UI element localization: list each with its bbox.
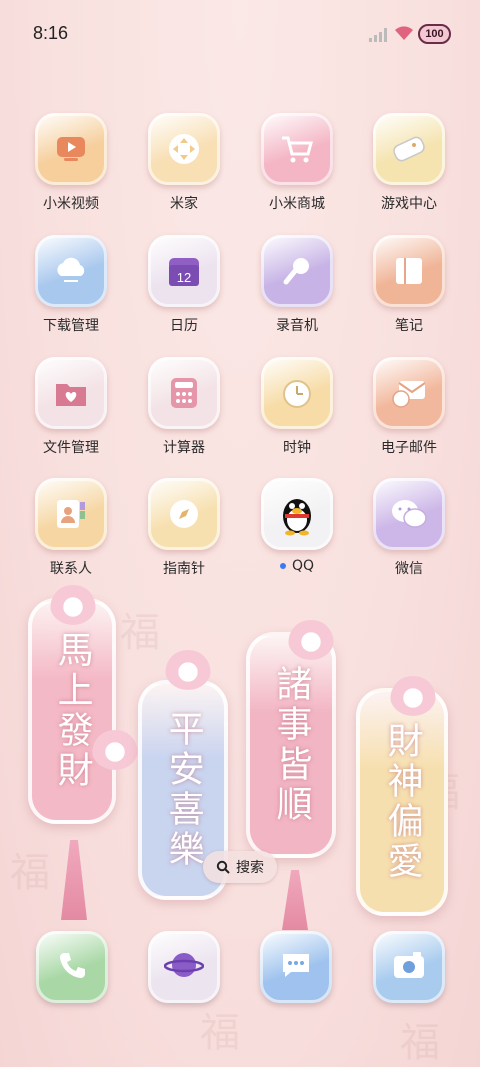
cart-icon	[261, 113, 333, 185]
app-label-text: 联系人	[50, 561, 92, 577]
app-clock[interactable]: 时钟	[242, 357, 352, 457]
lantern-text: 平安喜樂	[162, 710, 204, 870]
app-mijia[interactable]: 米家	[129, 113, 239, 213]
app-wechat[interactable]: 微信	[354, 478, 464, 578]
app-label: 微信	[354, 558, 464, 578]
microphone-icon	[261, 235, 333, 307]
app-folder[interactable]: 文件管理	[16, 357, 126, 457]
app-label: QQ	[242, 558, 352, 574]
app-mail[interactable]: 电子邮件	[354, 357, 464, 457]
app-label-text: 小米商城	[269, 196, 325, 212]
app-label-text: 录音机	[276, 318, 318, 334]
search-button[interactable]: 搜索	[203, 851, 277, 883]
mail-icon	[373, 357, 445, 429]
app-label-text: 日历	[170, 318, 198, 334]
folder-icon	[35, 357, 107, 429]
app-label-text: 指南针	[163, 561, 205, 577]
app-calendar[interactable]: 12 日历	[129, 235, 239, 335]
lantern-text: 財神偏愛	[381, 722, 423, 882]
qq-penguin-icon	[261, 478, 333, 550]
app-label-text: 时钟	[283, 440, 311, 456]
app-label: 米家	[129, 193, 239, 213]
app-label-text: 电子邮件	[381, 440, 437, 456]
app-label: 笔记	[354, 315, 464, 335]
app-gamepad[interactable]: 游戏中心	[354, 113, 464, 213]
mijia-icon	[148, 113, 220, 185]
app-label: 小米商城	[242, 193, 352, 213]
lantern-text: 諸事皆順	[270, 665, 312, 825]
notes-icon	[373, 235, 445, 307]
app-qq-penguin[interactable]: QQ	[242, 478, 352, 574]
app-label-text: 小米视频	[43, 196, 99, 212]
video-icon	[35, 113, 107, 185]
contacts-icon	[35, 478, 107, 550]
cloud-download-icon	[35, 235, 107, 307]
app-video[interactable]: 小米视频	[16, 113, 126, 213]
dock-messages[interactable]	[260, 931, 332, 1003]
dock-camera[interactable]	[373, 931, 445, 1003]
app-label: 文件管理	[16, 437, 126, 457]
app-microphone[interactable]: 录音机	[242, 235, 352, 335]
compass-icon	[148, 478, 220, 550]
dock-phone[interactable]	[36, 931, 108, 1003]
status-bar: 8:16 100	[0, 0, 480, 68]
phone-icon	[56, 949, 88, 985]
app-notes[interactable]: 笔记	[354, 235, 464, 335]
signal-icon	[369, 28, 387, 42]
notification-dot	[279, 563, 286, 569]
lantern-widget[interactable]: 財神偏愛	[356, 688, 448, 916]
gamepad-icon	[373, 113, 445, 185]
app-label: 日历	[129, 315, 239, 335]
calculator-icon	[148, 357, 220, 429]
battery-level: 100	[425, 28, 444, 40]
app-calculator[interactable]: 计算器	[129, 357, 239, 457]
app-label: 游戏中心	[354, 193, 464, 213]
status-time: 8:16	[33, 23, 69, 43]
search-label: 搜索	[236, 860, 264, 876]
app-cloud-download[interactable]: 下载管理	[16, 235, 126, 335]
app-label-text: 微信	[395, 561, 423, 577]
battery-indicator: 100	[418, 24, 451, 44]
app-label: 小米视频	[16, 193, 126, 213]
app-label: 联系人	[16, 558, 126, 578]
app-contacts[interactable]: 联系人	[16, 478, 126, 578]
camera-icon	[391, 950, 427, 984]
lantern-widget[interactable]: 馬上發財	[28, 598, 116, 824]
calendar-icon: 12	[148, 235, 220, 307]
app-label-text: 计算器	[163, 440, 205, 456]
search-icon	[216, 860, 230, 874]
flower-decoration	[92, 730, 138, 770]
flower-decoration	[165, 650, 211, 690]
app-label: 时钟	[242, 437, 352, 457]
wechat-icon	[373, 478, 445, 550]
wallpaper-fu-character: 福	[200, 1010, 240, 1056]
app-label-text: 文件管理	[43, 440, 99, 456]
app-label: 电子邮件	[354, 437, 464, 457]
clock-icon	[261, 357, 333, 429]
lantern-widget[interactable]: 諸事皆順	[246, 632, 336, 858]
wallpaper-fu-character: 福	[400, 1020, 440, 1066]
flower-decoration	[288, 620, 334, 660]
wallpaper-fu-character: 福	[10, 850, 50, 896]
app-label: 录音机	[242, 315, 352, 335]
app-label-text: QQ	[291, 558, 315, 574]
app-label-text: 米家	[170, 196, 198, 212]
app-compass[interactable]: 指南针	[129, 478, 239, 578]
flower-decoration	[50, 585, 96, 625]
app-label-text: 游戏中心	[381, 196, 437, 212]
messages-icon	[279, 950, 313, 984]
lantern-text: 馬上發財	[51, 631, 93, 791]
flower-decoration	[390, 676, 436, 716]
app-cart[interactable]: 小米商城	[242, 113, 352, 213]
app-label: 下载管理	[16, 315, 126, 335]
svg-text:12: 12	[177, 270, 191, 285]
browser-planet-icon	[163, 948, 205, 986]
app-label-text: 下载管理	[43, 318, 99, 334]
dock-browser-planet[interactable]	[148, 931, 220, 1003]
app-label: 指南针	[129, 558, 239, 578]
wifi-icon	[395, 26, 413, 40]
app-label-text: 笔记	[395, 318, 423, 334]
wallpaper-fu-character: 福	[120, 610, 160, 656]
app-label: 计算器	[129, 437, 239, 457]
